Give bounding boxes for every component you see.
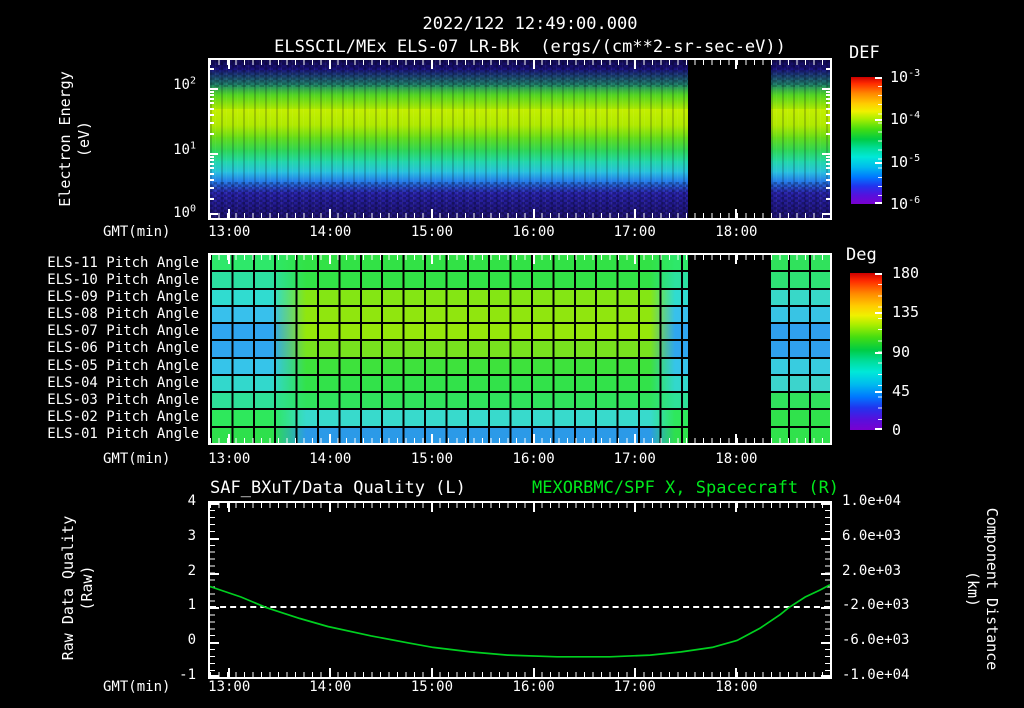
line-chart-left-tick-labels: 4 3 2 1 0 -1 [158,493,200,683]
line-chart-right-axis-label: Component Distance (km) [964,507,1001,671]
colorbar-tick-label: 10-5 [890,152,921,171]
spectrogram-plot-area [210,60,830,218]
time-tick-label: 13:00 [208,224,251,240]
time-tick-label: 15:00 [410,679,454,695]
gmt-axis-label: GMT(min) [103,451,171,467]
distance-tick-label: 6.0e+03 [842,527,902,544]
pitch-angle-panel [208,253,832,445]
electron-energy-spectrogram-panel [208,58,832,220]
raw-quality-tick-label: 4 [187,493,196,509]
deg-colorbar-title: Deg [846,245,877,265]
def-colorbar-labels: 10-3 10-4 10-5 10-6 [890,68,970,213]
spectrogram-y-axis-label: Electron Energy (eV) [56,71,93,207]
raw-quality-tick-label: 0 [187,632,196,649]
pitch-row-label: ELS-05 Pitch Angle [47,357,199,374]
pitch-row-label: ELS-09 Pitch Angle [47,289,199,306]
line-chart-right-tick-labels: 1.0e+04 6.0e+03 2.0e+03 -2.0e+03 -6.0e+03 -1.… [838,493,928,683]
time-tick-label: 17:00 [613,224,656,240]
colorbar-tick-label: 135 [892,303,920,322]
page-title: 2022/122 12:49:00.000 [422,14,638,34]
pitch-row-label: ELS-07 Pitch Angle [47,323,199,340]
time-tick-label: 14:00 [309,224,352,240]
pitch-row-label: ELS-04 Pitch Angle [47,374,199,391]
time-tick-label: 16:00 [512,679,555,695]
pitch-row-labels: ELS-11 Pitch Angle ELS-10 Pitch Angle ELS-… [0,255,203,443]
pitch-row-label: ELS-08 Pitch Angle [47,306,199,323]
spectrogram-y-tick-labels: 102 101 100 [150,58,202,221]
line-chart-left-axis-label: Raw Data Quality (Raw) [59,515,96,661]
energy-tick-label: 102 [173,75,196,93]
spectrogram-time-axis: GMT(min) 13:00 14:00 15:00 16:00 17:00 18:00 [0,224,1024,241]
energy-tick-label: 101 [173,140,196,159]
colorbar-tick-label: 10-3 [890,68,921,86]
distance-tick-label: -6.0e+03 [842,632,910,649]
pitch-row-label: ELS-10 Pitch Angle [47,272,199,289]
time-tick-label: 13:00 [208,679,251,695]
colorbar-tick-label: 10-4 [890,110,921,129]
time-tick-label: 14:00 [309,679,352,695]
def-colorbar [851,77,882,204]
deg-colorbar-labels: 180 135 90 45 0 [892,264,952,439]
time-tick-label: 14:00 [309,451,352,467]
data-gap [688,60,772,218]
pitch-angle-plot-area [210,255,830,443]
colorbar-tick-label: 0 [892,421,902,439]
gmt-axis-label: GMT(min) [103,679,171,695]
spacecraft-x-curve [210,584,830,658]
line-chart-time-axis: GMT(min) 13:00 14:00 15:00 16:00 17:00 18:00 [0,679,1024,696]
pitch-time-axis: GMT(min) 13:00 14:00 15:00 16:00 17:00 18:00 [0,451,1024,468]
els-summary-plot: 2022/122 12:49:00.000 ELSSCIL/MEx ELS-07… [0,0,1024,708]
colorbar-tick-label: 180 [892,264,920,282]
def-colorbar-title: DEF [849,43,880,63]
line-chart-plot-area [210,503,830,677]
time-tick-label: 18:00 [715,679,758,695]
time-tick-label: 15:00 [410,224,454,240]
deg-colorbar [850,273,882,430]
raw-quality-tick-label: 1 [187,597,196,614]
distance-tick-label: 1.0e+04 [842,493,902,509]
line-chart-panel [208,501,832,679]
time-tick-label: 18:00 [715,224,758,240]
raw-quality-tick-label: 2 [187,562,196,579]
pitch-row-label: ELS-06 Pitch Angle [47,340,199,357]
distance-tick-label: 2.0e+03 [842,562,902,579]
time-tick-label: 13:00 [208,451,251,467]
time-tick-label: 17:00 [613,451,656,467]
time-tick-label: 17:00 [613,679,656,695]
time-tick-label: 15:00 [410,451,454,467]
time-tick-label: 16:00 [512,224,555,240]
bottom-left-series-title: SAF_BXuT/Data Quality (L) [210,478,466,498]
colorbar-tick-label: 90 [892,342,911,361]
time-tick-label: 16:00 [512,451,555,467]
pitch-row-label: ELS-11 Pitch Angle [47,255,199,271]
energy-tick-label: 100 [173,203,196,221]
raw-quality-tick-label: 3 [187,527,196,544]
pitch-row-label: ELS-03 Pitch Angle [47,391,199,408]
pitch-row-label: ELS-01 Pitch Angle [47,425,199,442]
distance-tick-label: -2.0e+03 [842,597,910,614]
bottom-right-series-title: MEXORBMC/SPF X, Spacecraft (R) [532,478,840,498]
pitch-row-label: ELS-02 Pitch Angle [47,408,199,425]
colorbar-tick-label: 10-6 [890,195,921,213]
time-tick-label: 18:00 [715,451,758,467]
colorbar-tick-label: 45 [892,381,911,400]
data-gap [688,255,772,443]
gmt-axis-label: GMT(min) [103,224,171,240]
